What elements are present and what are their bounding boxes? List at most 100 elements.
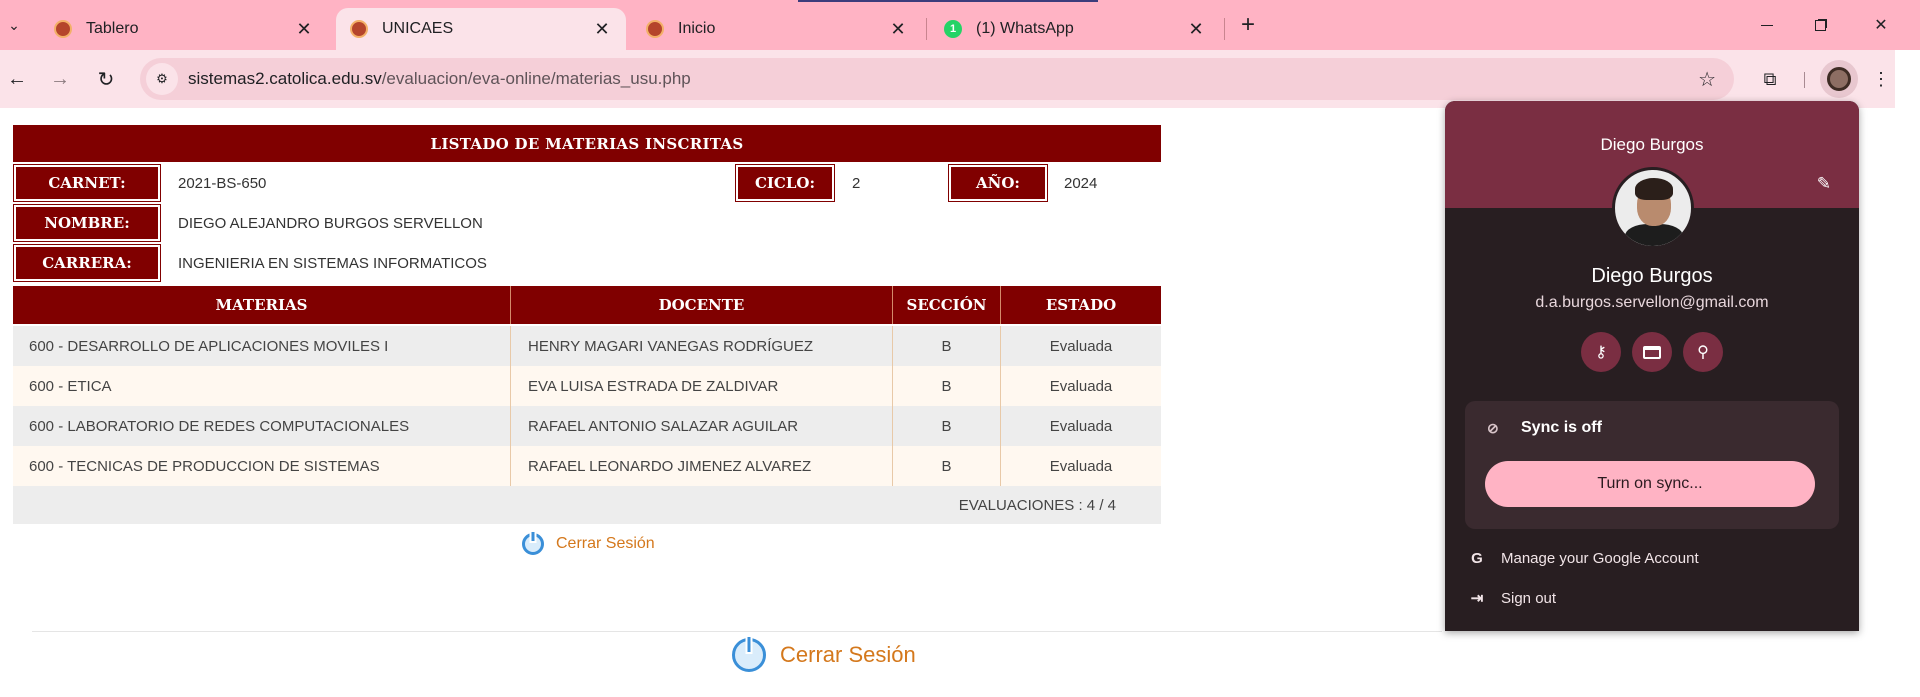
whatsapp-favicon-icon: 1 xyxy=(944,20,962,38)
restore-button[interactable] xyxy=(1797,10,1843,40)
chevron-down-icon: ⌄ xyxy=(8,16,20,33)
tab-title: (1) WhatsApp xyxy=(976,20,1074,37)
more-vertical-icon: ⋮ xyxy=(1872,68,1890,89)
estado-cell: Evaluada xyxy=(1049,457,1113,475)
minimize-button[interactable] xyxy=(1744,10,1790,40)
tune-icon: ⚙ xyxy=(156,71,168,86)
table-row: 600 - DESARROLLO DE APLICACIONES MOVILES… xyxy=(13,326,1161,366)
unicaes-favicon-icon xyxy=(350,20,368,38)
bookmark-star-icon[interactable]: ☆ xyxy=(1698,67,1716,92)
sign-out-label: Sign out xyxy=(1501,589,1557,607)
passwords-button[interactable]: ⚷ xyxy=(1581,332,1621,372)
sign-out-icon: ⇥ xyxy=(1470,590,1484,607)
carnet-label: CARNET: xyxy=(13,164,161,202)
power-icon xyxy=(522,533,544,555)
tab-search-button[interactable]: ⌄ xyxy=(0,10,28,40)
reload-button[interactable]: ↻ xyxy=(91,64,121,94)
puzzle-icon: ⧉ xyxy=(1763,68,1777,89)
logout-link-footer[interactable]: Cerrar Sesión xyxy=(732,633,916,677)
anio-value: 2024 xyxy=(1064,174,1098,192)
materia-cell: 600 - ETICA xyxy=(13,366,511,406)
estado-cell: Evaluada xyxy=(1049,377,1113,395)
evaluations-summary: EVALUACIONES : 4 / 4 xyxy=(13,486,1161,524)
profile-menu: Diego Burgos ✎ Diego Burgos d.a.burgos.s… xyxy=(1445,101,1859,631)
logout-link[interactable]: Cerrar Sesión xyxy=(522,528,655,560)
tab-separator xyxy=(926,18,927,40)
materia-cell: 600 - TECNICAS DE PRODUCCION DE SISTEMAS xyxy=(13,446,511,486)
tab-title: Inicio xyxy=(678,20,716,37)
nombre-value: DIEGO ALEJANDRO BURGOS SERVELLON xyxy=(178,214,483,232)
close-icon[interactable]: ✕ xyxy=(592,19,612,40)
profile-button[interactable] xyxy=(1820,60,1858,98)
carrera-value: INGENIERIA EN SISTEMAS INFORMATICOS xyxy=(178,254,487,272)
close-icon[interactable]: ✕ xyxy=(294,19,314,40)
seccion-cell: B xyxy=(893,406,1001,446)
column-header-estado: ESTADO xyxy=(1001,286,1161,324)
tab-title: Tablero xyxy=(86,20,139,37)
address-bar[interactable]: ⚙ sistemas2.catolica.edu.sv/evaluacion/e… xyxy=(140,58,1734,100)
toolbar-separator xyxy=(1804,72,1805,88)
profile-name: Diego Burgos xyxy=(1591,265,1713,287)
turn-on-sync-button[interactable]: Turn on sync... xyxy=(1485,461,1815,507)
profile-email: d.a.burgos.servellon@gmail.com xyxy=(1535,294,1769,311)
logout-label: Cerrar Sesión xyxy=(556,535,655,552)
ciclo-value: 2 xyxy=(852,174,861,192)
close-icon[interactable]: ✕ xyxy=(1186,19,1206,40)
forward-button[interactable]: → xyxy=(45,64,75,94)
pencil-icon[interactable]: ✎ xyxy=(1817,174,1831,194)
avatar xyxy=(1612,167,1694,249)
sync-status-label: Sync is off xyxy=(1521,419,1602,436)
tab-unicaes[interactable]: UNICAES ✕ xyxy=(336,8,626,50)
unicaes-favicon-icon xyxy=(646,20,664,38)
arrow-left-icon: ← xyxy=(7,67,27,90)
location-pin-icon: ⚲ xyxy=(1697,344,1709,361)
profile-header-name: Diego Burgos xyxy=(1600,135,1704,154)
back-button[interactable]: ← xyxy=(2,64,32,94)
tab-whatsapp[interactable]: 1 (1) WhatsApp ✕ xyxy=(930,8,1220,50)
materia-cell: 600 - LABORATORIO DE REDES COMPUTACIONAL… xyxy=(13,406,511,446)
seccion-cell: B xyxy=(893,326,1001,366)
manage-account-label: Manage your Google Account xyxy=(1501,549,1699,567)
sync-off-icon: ⊘ xyxy=(1487,419,1499,436)
key-icon: ⚷ xyxy=(1595,344,1607,361)
sync-panel: ⊘ Sync is off Turn on sync... xyxy=(1465,401,1839,529)
new-tab-button[interactable]: + xyxy=(1234,12,1262,40)
power-icon xyxy=(732,638,766,672)
column-header-seccion: SECCIÓN xyxy=(893,286,1001,324)
manage-google-account-item[interactable]: G Manage your Google Account xyxy=(1467,543,1699,573)
seccion-cell: B xyxy=(893,446,1001,486)
tab-tablero[interactable]: Tablero ✕ xyxy=(40,8,328,50)
footer-divider xyxy=(32,631,1442,632)
reload-icon: ↻ xyxy=(97,68,115,91)
arrow-right-icon: → xyxy=(50,67,70,90)
table-row: 600 - TECNICAS DE PRODUCCION DE SISTEMAS… xyxy=(13,446,1161,486)
tab-separator xyxy=(1224,18,1225,40)
url-text[interactable]: sistemas2.catolica.edu.sv/evaluacion/eva… xyxy=(188,69,691,89)
column-header-materias: MATERIAS xyxy=(13,286,511,324)
payment-methods-button[interactable] xyxy=(1632,332,1672,372)
page-title: LISTADO DE MATERIAS INSCRITAS xyxy=(13,125,1161,162)
table-row: 600 - LABORATORIO DE REDES COMPUTACIONAL… xyxy=(13,406,1161,446)
close-window-button[interactable]: ✕ xyxy=(1858,10,1904,40)
site-info-button[interactable]: ⚙ xyxy=(146,63,178,95)
avatar-body xyxy=(1625,224,1683,246)
docente-cell: EVA LUISA ESTRADA DE ZALDIVAR xyxy=(511,366,893,406)
unicaes-favicon-icon xyxy=(54,20,72,38)
table-row: 600 - ETICA EVA LUISA ESTRADA DE ZALDIVA… xyxy=(13,366,1161,406)
close-icon[interactable]: ✕ xyxy=(888,19,908,40)
google-icon: G xyxy=(1471,549,1483,567)
avatar-hair xyxy=(1635,178,1673,200)
carnet-value: 2021-BS-650 xyxy=(178,174,267,192)
browser-toolbar: ← → ↻ ⚙ sistemas2.catolica.edu.sv/evalua… xyxy=(0,50,1895,108)
tab-strip-accent xyxy=(798,0,1098,2)
url-path: /evaluacion/eva-online/materias_usu.php xyxy=(381,69,691,88)
credit-card-icon xyxy=(1643,345,1661,359)
chrome-menu-button[interactable]: ⋮ xyxy=(1866,64,1896,94)
ciclo-label: CICLO: xyxy=(735,164,835,202)
minimize-icon xyxy=(1761,24,1773,26)
tab-inicio[interactable]: Inicio ✕ xyxy=(632,8,922,50)
addresses-button[interactable]: ⚲ xyxy=(1683,332,1723,372)
sync-status: ⊘ Sync is off xyxy=(1487,419,1602,437)
extensions-button[interactable]: ⧉ xyxy=(1755,64,1785,94)
sign-out-item[interactable]: ⇥ Sign out xyxy=(1467,583,1556,613)
